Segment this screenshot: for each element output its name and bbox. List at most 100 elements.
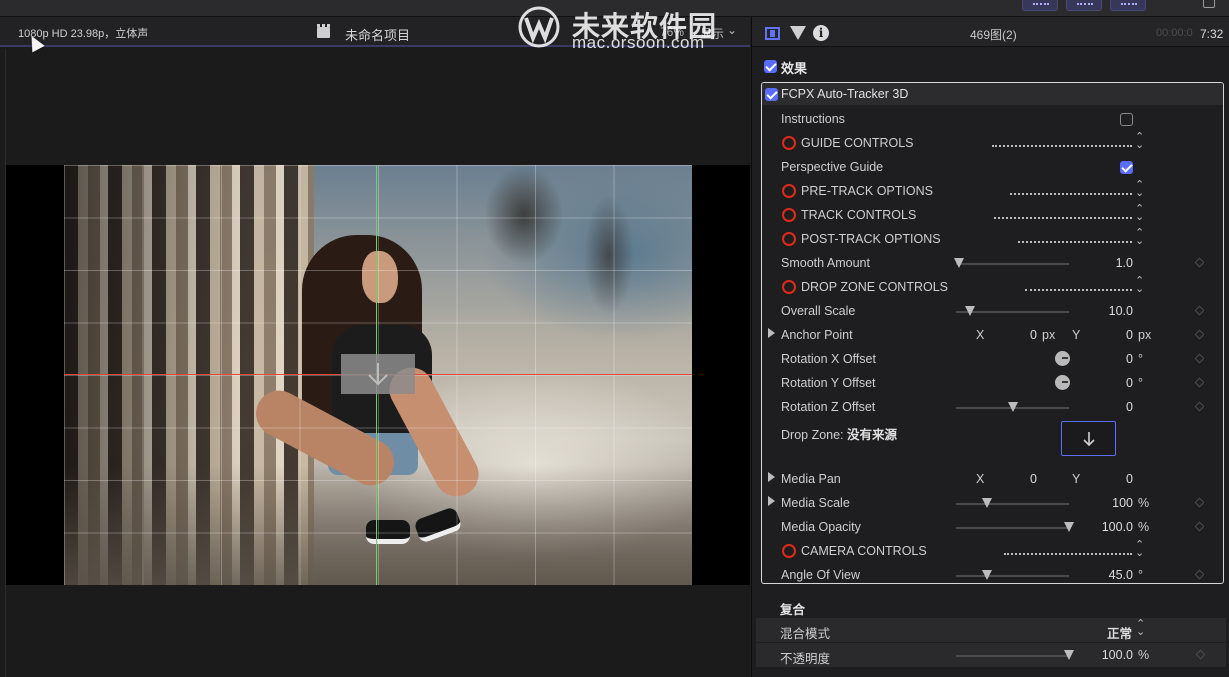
- param-row-guide-controls[interactable]: GUIDE CONTROLS ⌃ ⌄: [762, 131, 1223, 155]
- updown-arrows-icon[interactable]: ⌃ ⌄: [1135, 132, 1144, 151]
- inspector-panel: i 469图(2) 00:00:0 7:32 效果 FCPX Auto-Trac…: [751, 17, 1229, 677]
- rotation-x-unit: °: [1138, 352, 1143, 366]
- effects-checkbox[interactable]: [764, 60, 777, 73]
- layout-button-2[interactable]: [1066, 0, 1102, 11]
- video-frame[interactable]: [6, 165, 750, 585]
- disclosure-triangle-icon[interactable]: [768, 328, 775, 338]
- blend-mode-popup[interactable]: 正常: [1107, 623, 1132, 642]
- updown-arrows-icon[interactable]: ⌃ ⌄: [1136, 619, 1145, 638]
- keyframe-diamond-icon[interactable]: [1194, 401, 1205, 412]
- media-opacity-value[interactable]: 100.0: [1092, 520, 1133, 534]
- media-scale-slider[interactable]: [956, 498, 1069, 508]
- param-label: Overall Scale: [781, 304, 856, 318]
- keyframe-diamond-icon[interactable]: [1194, 377, 1205, 388]
- updown-arrows-icon[interactable]: ⌃ ⌄: [1135, 180, 1144, 199]
- rotation-z-slider[interactable]: [956, 402, 1069, 412]
- perspective-guide-checkbox[interactable]: [1120, 161, 1133, 174]
- updown-arrows-icon[interactable]: ⌃ ⌄: [1135, 228, 1144, 247]
- drop-zone-well[interactable]: [1061, 421, 1116, 456]
- param-row-track-controls[interactable]: TRACK CONTROLS ⌃ ⌄: [762, 203, 1223, 227]
- pan-y-value[interactable]: 0: [1108, 472, 1133, 486]
- param-row-pretrack-options[interactable]: PRE-TRACK OPTIONS ⌃ ⌄: [762, 179, 1223, 203]
- section-ring-icon: [782, 544, 796, 558]
- rotation-dial[interactable]: [1055, 375, 1070, 390]
- updown-arrows-icon[interactable]: ⌃ ⌄: [1135, 540, 1144, 559]
- layout-button-1[interactable]: [1022, 0, 1058, 11]
- disclosure-triangle-icon[interactable]: [768, 496, 775, 506]
- section-ring-icon: [782, 184, 796, 198]
- param-label: DROP ZONE CONTROLS: [801, 280, 949, 294]
- section-ring-icon: [782, 280, 796, 294]
- rotation-y-value[interactable]: 0: [1102, 376, 1133, 390]
- effect-title-bar[interactable]: FCPX Auto-Tracker 3D: [762, 83, 1223, 105]
- angle-of-view-slider[interactable]: [956, 570, 1069, 580]
- instructions-checkbox[interactable]: [1120, 113, 1133, 126]
- effect-panel-autotracker: FCPX Auto-Tracker 3D Instructions GUIDE …: [761, 82, 1224, 584]
- arrow-down-icon: [1083, 432, 1095, 447]
- keyframe-diamond-icon[interactable]: [1194, 305, 1205, 316]
- overall-scale-value[interactable]: 10.0: [1092, 304, 1133, 318]
- smooth-amount-slider[interactable]: [954, 258, 1069, 268]
- slider-knob[interactable]: [981, 498, 992, 508]
- opacity-value[interactable]: 100.0: [1092, 648, 1133, 662]
- param-row-posttrack-options[interactable]: POST-TRACK OPTIONS ⌃ ⌄: [762, 227, 1223, 251]
- layout-button-3[interactable]: [1110, 0, 1146, 11]
- slider-knob[interactable]: [1064, 650, 1074, 660]
- param-label: Perspective Guide: [781, 160, 884, 174]
- opacity-slider[interactable]: [956, 650, 1074, 660]
- effects-section-header: 效果: [752, 48, 1229, 82]
- drop-zone-label: Drop Zone:: [781, 428, 848, 442]
- param-label: Media Scale: [781, 496, 850, 510]
- slider-knob[interactable]: [1007, 402, 1018, 412]
- anchor-x-value[interactable]: 0: [1012, 328, 1037, 342]
- keyframe-diamond-icon[interactable]: [1194, 329, 1205, 340]
- keyframe-diamond-icon[interactable]: [1194, 569, 1205, 580]
- anchor-y-value[interactable]: 0: [1108, 328, 1133, 342]
- param-row-dropzone-controls[interactable]: DROP ZONE CONTROLS ⌃ ⌄: [762, 275, 1223, 299]
- filter-icon[interactable]: [790, 26, 806, 40]
- param-row-rotation-y: Rotation Y Offset 0 °: [762, 371, 1223, 395]
- disclosure-triangle-icon[interactable]: [768, 472, 775, 482]
- keyframe-diamond-icon[interactable]: [1194, 257, 1205, 268]
- composite-section-header[interactable]: 复合: [752, 595, 1229, 619]
- param-row-media-scale: Media Scale 100 %: [762, 491, 1223, 515]
- rotation-z-value[interactable]: 0: [1092, 400, 1133, 414]
- rotation-x-value[interactable]: 0: [1102, 352, 1133, 366]
- timecode-leading: 00:00:0: [1156, 27, 1193, 39]
- keyframe-diamond-icon[interactable]: [1194, 353, 1205, 364]
- composite-label: 复合: [780, 603, 806, 617]
- slider-knob[interactable]: [954, 258, 965, 268]
- effect-enable-checkbox[interactable]: [765, 88, 778, 101]
- slider-knob[interactable]: [1064, 522, 1074, 532]
- keyframe-diamond-icon[interactable]: [1195, 649, 1206, 660]
- keyframe-diamond-icon[interactable]: [1194, 497, 1205, 508]
- media-opacity-slider[interactable]: [956, 522, 1074, 532]
- popup-dots: [1004, 553, 1132, 555]
- keyframe-diamond-icon[interactable]: [1194, 521, 1205, 532]
- updown-arrows-icon[interactable]: ⌃ ⌄: [1135, 204, 1144, 223]
- pan-x-value[interactable]: 0: [1012, 472, 1037, 486]
- angle-of-view-value[interactable]: 45.0: [1092, 568, 1133, 582]
- drop-zone-overlay[interactable]: [341, 354, 415, 394]
- info-icon[interactable]: i: [813, 25, 829, 41]
- clapperboard-icon: [317, 24, 330, 38]
- slider-knob[interactable]: [981, 570, 992, 580]
- window-toggle-icon[interactable]: [1203, 0, 1215, 8]
- param-row-instructions: Instructions: [762, 107, 1223, 131]
- param-label: Media Opacity: [781, 520, 861, 534]
- media-scale-value[interactable]: 100: [1092, 496, 1133, 510]
- param-label: Rotation Y Offset: [781, 376, 876, 390]
- project-title: 未命名项目: [345, 28, 411, 43]
- video-inspector-icon[interactable]: [765, 27, 780, 40]
- param-row-camera-controls[interactable]: CAMERA CONTROLS ⌃ ⌄: [762, 539, 1223, 563]
- slider-knob[interactable]: [964, 306, 975, 316]
- param-label: Rotation Z Offset: [781, 400, 876, 414]
- param-row-smooth-amount: Smooth Amount 1.0: [762, 251, 1223, 275]
- smooth-amount-value[interactable]: 1.0: [1092, 256, 1133, 270]
- rotation-dial[interactable]: [1055, 351, 1070, 366]
- updown-arrows-icon[interactable]: ⌃ ⌄: [1135, 276, 1144, 295]
- chevron-down-icon[interactable]: ⌄: [727, 23, 737, 37]
- overall-scale-slider[interactable]: [956, 306, 1069, 316]
- param-label: Angle Of View: [781, 568, 860, 582]
- timecode: 7:32: [1200, 27, 1224, 41]
